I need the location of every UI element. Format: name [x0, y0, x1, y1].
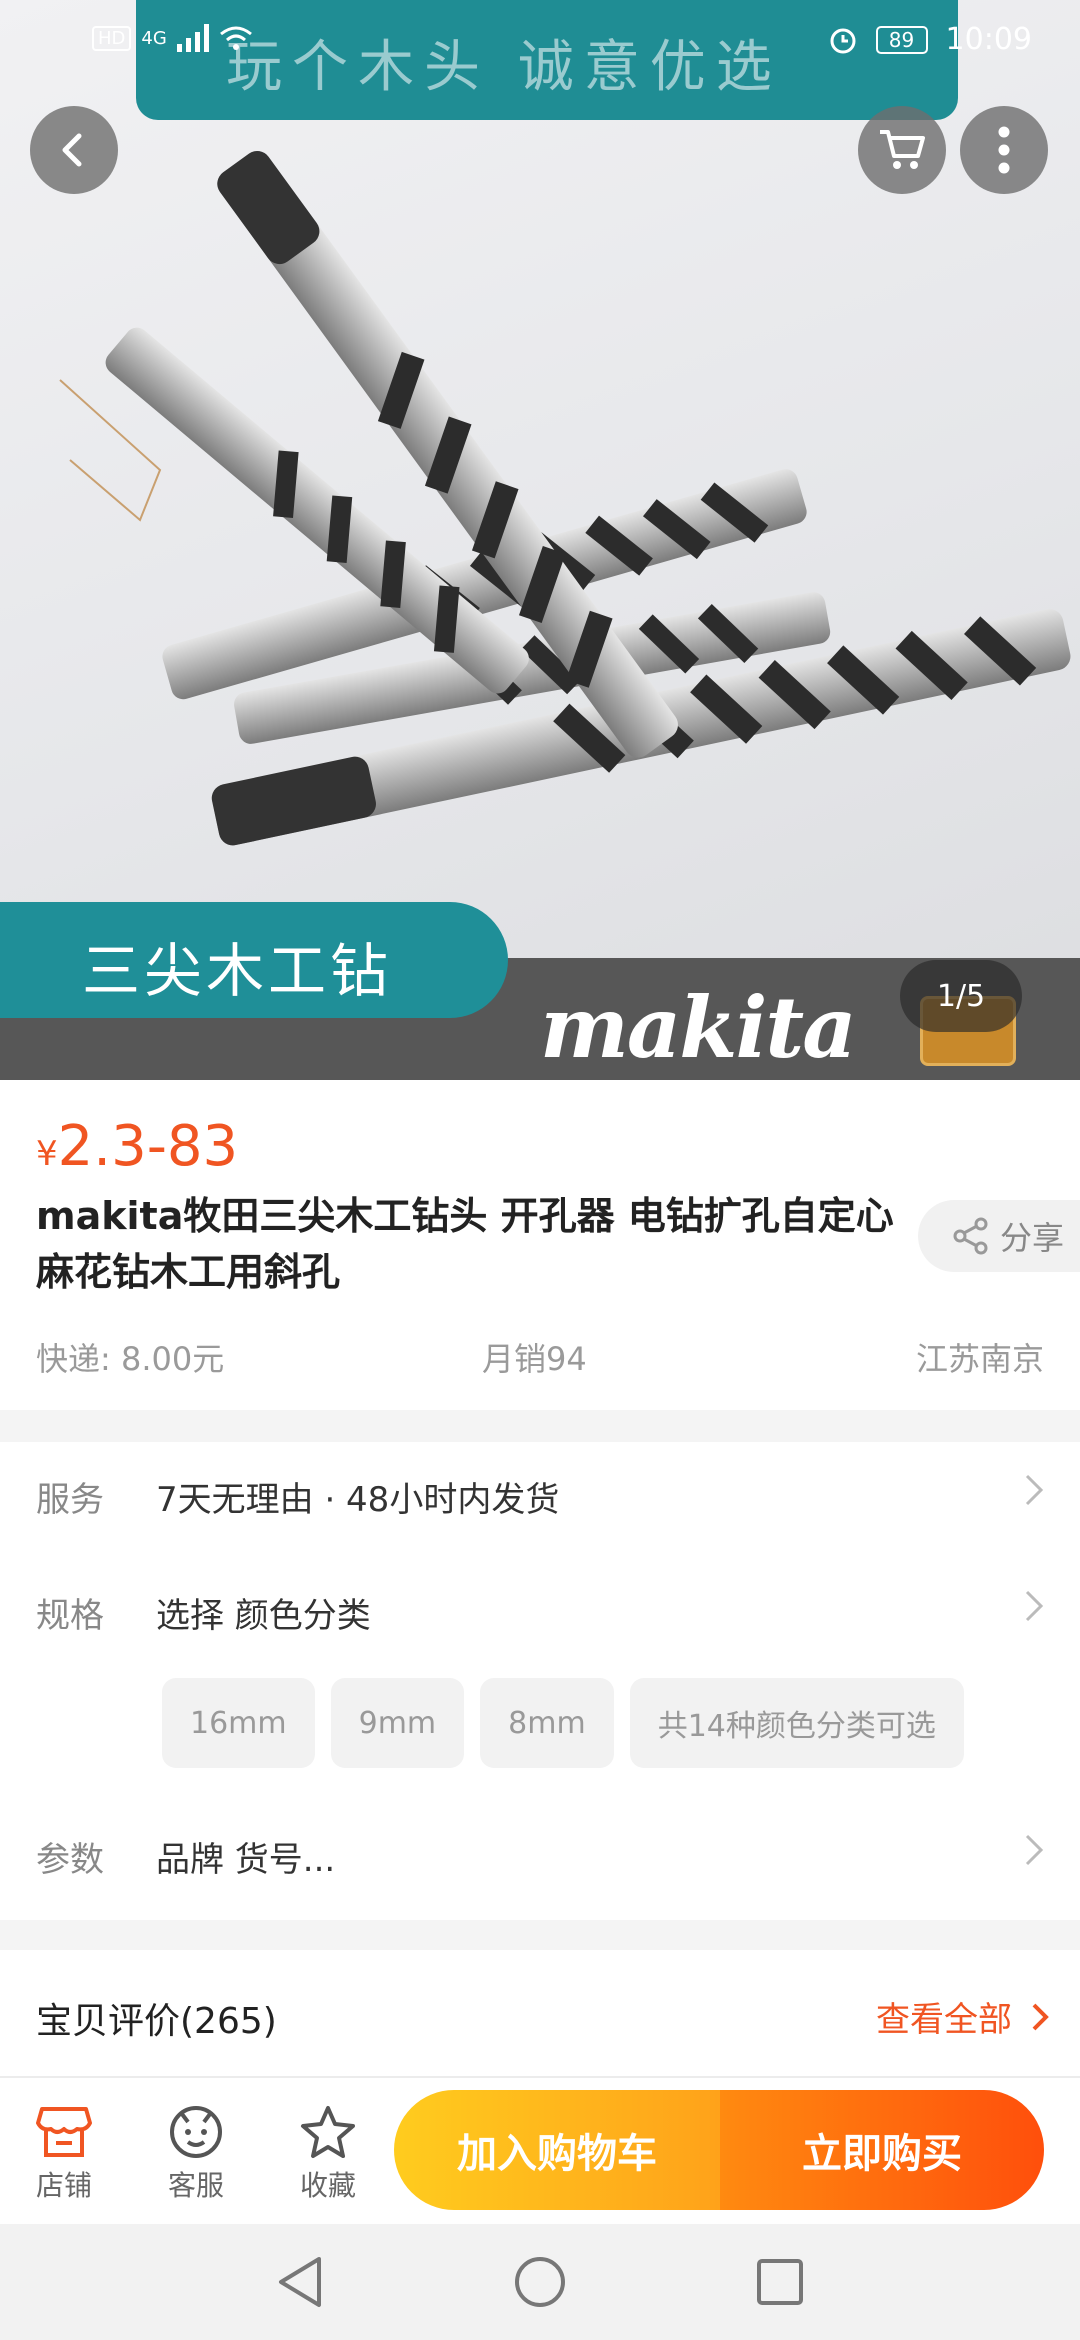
- cart-button[interactable]: [858, 106, 946, 194]
- customer-service-button[interactable]: 客服: [136, 2100, 256, 2204]
- star-icon: [301, 2106, 355, 2158]
- params-label: 参数: [36, 1840, 104, 1880]
- product-tag-text: 三尖木工钻: [82, 937, 393, 1005]
- favorite-button[interactable]: 收藏: [268, 2100, 388, 2204]
- chevron-right-icon: [1025, 1590, 1044, 1622]
- view-all-label: 查看全部: [876, 2000, 1012, 2040]
- network-type: 4G: [141, 27, 167, 49]
- chevron-right-icon: [1025, 1474, 1044, 1506]
- customer-service-icon: [170, 2106, 222, 2158]
- image-counter: 1/5: [900, 960, 1022, 1032]
- more-button[interactable]: [960, 106, 1048, 194]
- service-row[interactable]: 服务 7天无理由 · 48小时内发货: [0, 1442, 1080, 1542]
- share-icon: [953, 1217, 988, 1255]
- chevron-right-icon: [1025, 1834, 1044, 1866]
- store-icon: [36, 2107, 92, 2157]
- battery-indicator: 89: [875, 25, 928, 54]
- spec-row[interactable]: 规格 选择 颜色分类: [0, 1558, 1080, 1658]
- spec-option-8mm[interactable]: 8mm: [480, 1678, 614, 1768]
- monthly-sales: 月销94: [482, 1340, 587, 1378]
- spec-option-9mm[interactable]: 9mm: [330, 1678, 465, 1768]
- service-value: 7天无理由 · 48小时内发货: [156, 1480, 560, 1520]
- shipping-fee: 快递: 8.00元: [36, 1340, 225, 1378]
- price: ¥2.3-83: [36, 1114, 238, 1179]
- customer-service-label: 客服: [167, 2169, 224, 2202]
- nav-recents-button[interactable]: [750, 2252, 810, 2312]
- signal-icon: [176, 24, 209, 52]
- params-row[interactable]: 参数 品牌 货号...: [0, 1802, 1080, 1902]
- spec-options: 16mm 9mm 8mm 共14种颜色分类可选: [162, 1678, 964, 1768]
- view-all-reviews-link[interactable]: 查看全部: [876, 1992, 1050, 2041]
- back-button[interactable]: [30, 106, 118, 194]
- chevron-left-icon: [62, 133, 82, 167]
- store-label: 店铺: [35, 2169, 92, 2202]
- params-value: 品牌 货号...: [156, 1840, 336, 1880]
- service-label: 服务: [36, 1480, 104, 1520]
- nav-home-button[interactable]: [510, 2252, 570, 2312]
- alarm-icon: [830, 28, 856, 53]
- favorite-label: 收藏: [299, 2169, 356, 2202]
- product-details-card: 服务 7天无理由 · 48小时内发货 规格 选择 颜色分类 16mm 9mm 8…: [0, 1442, 1080, 1920]
- triangle-back-icon: [279, 2257, 321, 2307]
- spec-label: 规格: [36, 1596, 104, 1636]
- brand-logo: makita: [540, 978, 857, 1077]
- product-info-card: ¥2.3-83 makita牧田三尖木工钻头 开孔器 电钻扩孔自定心麻花钻木工用…: [0, 1080, 1080, 1410]
- add-to-cart-button[interactable]: 加入购物车: [394, 2090, 720, 2210]
- chevron-right-icon: [1032, 2003, 1049, 2030]
- reviews-title: 宝贝评价(265): [36, 2001, 277, 2042]
- nav-back-button[interactable]: [270, 2252, 330, 2312]
- cart-icon: [880, 130, 925, 169]
- bottom-action-bar: 店铺 客服 收藏 加入购物车 立即购买: [0, 2076, 1080, 2224]
- status-bar: HD 4G 89 10:09: [0, 0, 1080, 84]
- share-button[interactable]: 分享: [918, 1200, 1080, 1272]
- spec-option-16mm[interactable]: 16mm: [162, 1678, 315, 1768]
- share-label: 分享: [1000, 1219, 1065, 1257]
- buy-now-button[interactable]: 立即购买: [720, 2090, 1044, 2210]
- more-vertical-icon: [998, 126, 1010, 174]
- system-navigation-bar: [0, 2224, 1080, 2340]
- clock: 10:09: [945, 22, 1032, 57]
- hd-indicator: HD: [92, 25, 132, 51]
- wifi-icon: [219, 26, 252, 50]
- ship-from-location: 江苏南京: [915, 1340, 1044, 1378]
- square-recents-icon: [757, 2259, 803, 2305]
- circle-home-icon: [515, 2257, 565, 2307]
- spec-value: 选择 颜色分类: [156, 1596, 371, 1636]
- spec-option-count[interactable]: 共14种颜色分类可选: [629, 1678, 964, 1768]
- store-button[interactable]: 店铺: [4, 2100, 124, 2204]
- reviews-section: 宝贝评价(265) 查看全部: [0, 1950, 1080, 2076]
- price-range: 2.3-83: [57, 1114, 239, 1179]
- product-tag: 三尖木工钻: [0, 902, 508, 1018]
- price-currency: ¥: [36, 1134, 58, 1174]
- product-title: makita牧田三尖木工钻头 开孔器 电钻扩孔自定心麻花钻木工用斜孔: [36, 1194, 894, 1294]
